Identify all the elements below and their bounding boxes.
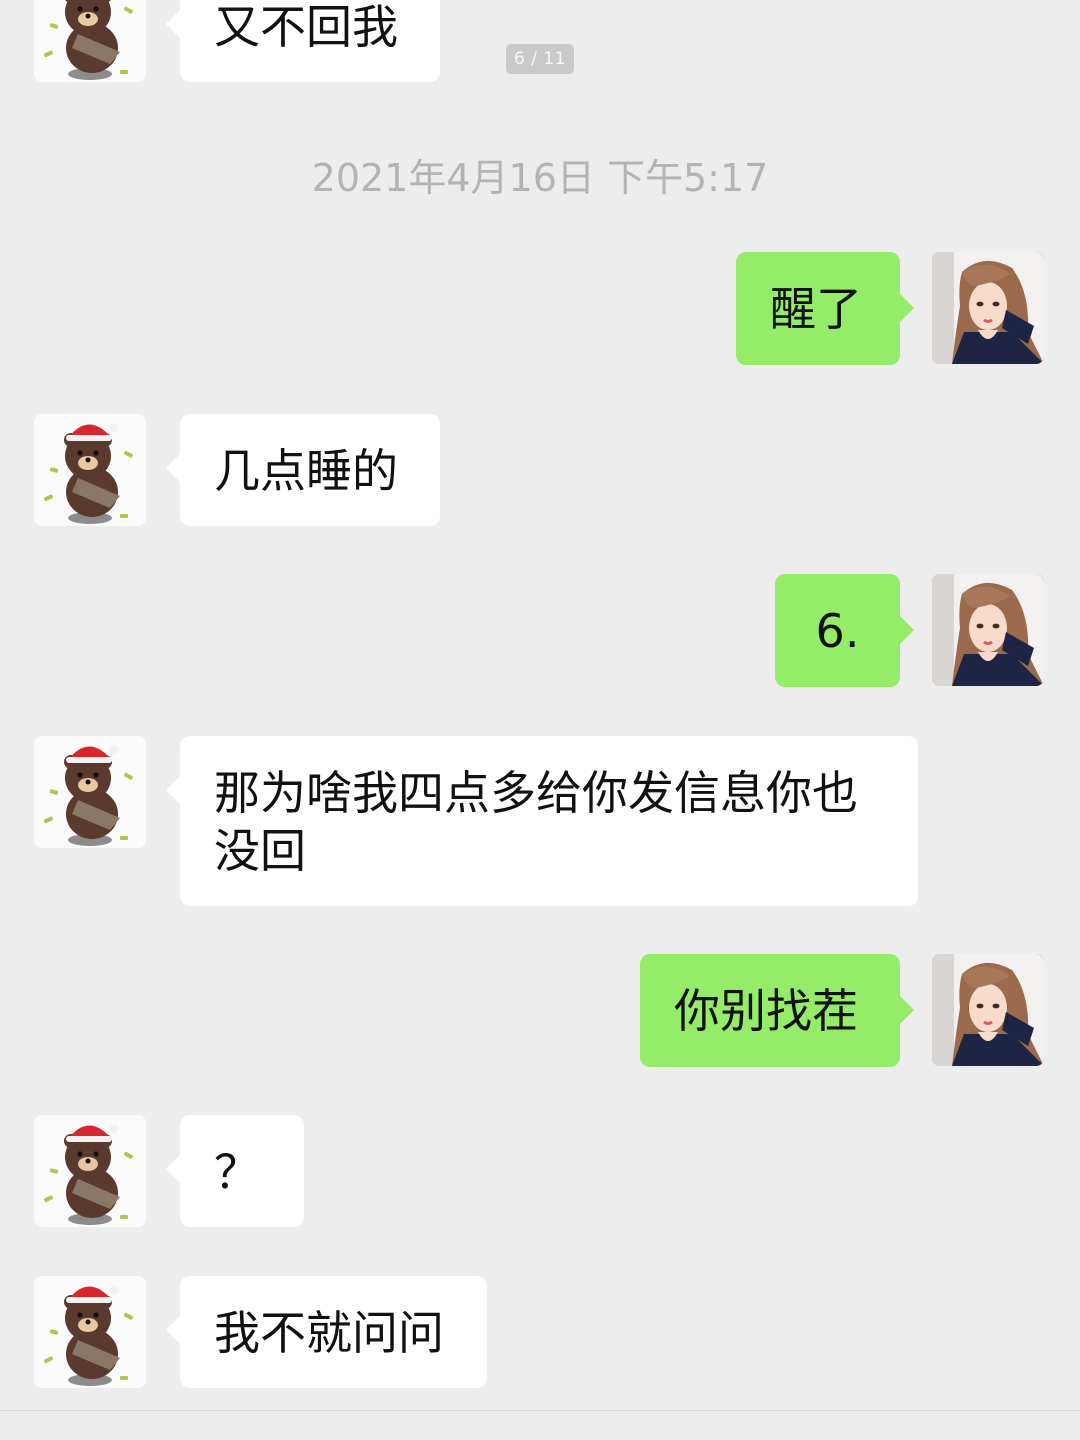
outgoing-message-bubble[interactable]: 你别找茬 [640,954,914,1067]
bear-avatar-image [43,1124,133,1225]
girl-avatar-image [932,574,1044,686]
outgoing-message-bubble[interactable]: 6. [775,574,914,687]
page-indicator: 6 / 11 [506,44,574,74]
bear-avatar[interactable] [34,414,146,526]
girl-avatar-image [932,252,1044,364]
girl-avatar[interactable] [932,252,1044,364]
bear-avatar[interactable] [34,1115,146,1227]
bottom-divider [0,1410,1080,1411]
bear-avatar-image [43,423,133,524]
girl-avatar[interactable] [932,574,1044,686]
chat-screen: 6 / 11 2021年4月16日 下午5:17 又不回我 醒了 几点睡的 6.… [0,0,1080,1440]
bear-avatar-image [43,0,133,80]
outgoing-message-bubble[interactable]: 醒了 [736,252,914,365]
incoming-message-bubble[interactable]: 那为啥我四点多给你发信息你也没回 [166,736,918,906]
incoming-message-bubble[interactable]: 又不回我 [166,0,440,82]
incoming-message-bubble[interactable]: 我不就问问 [166,1276,487,1388]
bear-avatar-image [43,1285,133,1386]
bear-avatar-image [43,745,133,846]
bear-avatar[interactable] [34,736,146,848]
bear-avatar[interactable] [34,1276,146,1388]
girl-avatar-image [932,954,1044,1066]
bear-avatar[interactable] [34,0,146,82]
incoming-message-bubble[interactable]: ？ [166,1115,304,1227]
incoming-message-bubble[interactable]: 几点睡的 [166,414,440,526]
girl-avatar[interactable] [932,954,1044,1066]
chat-timestamp: 2021年4月16日 下午5:17 [311,156,769,200]
